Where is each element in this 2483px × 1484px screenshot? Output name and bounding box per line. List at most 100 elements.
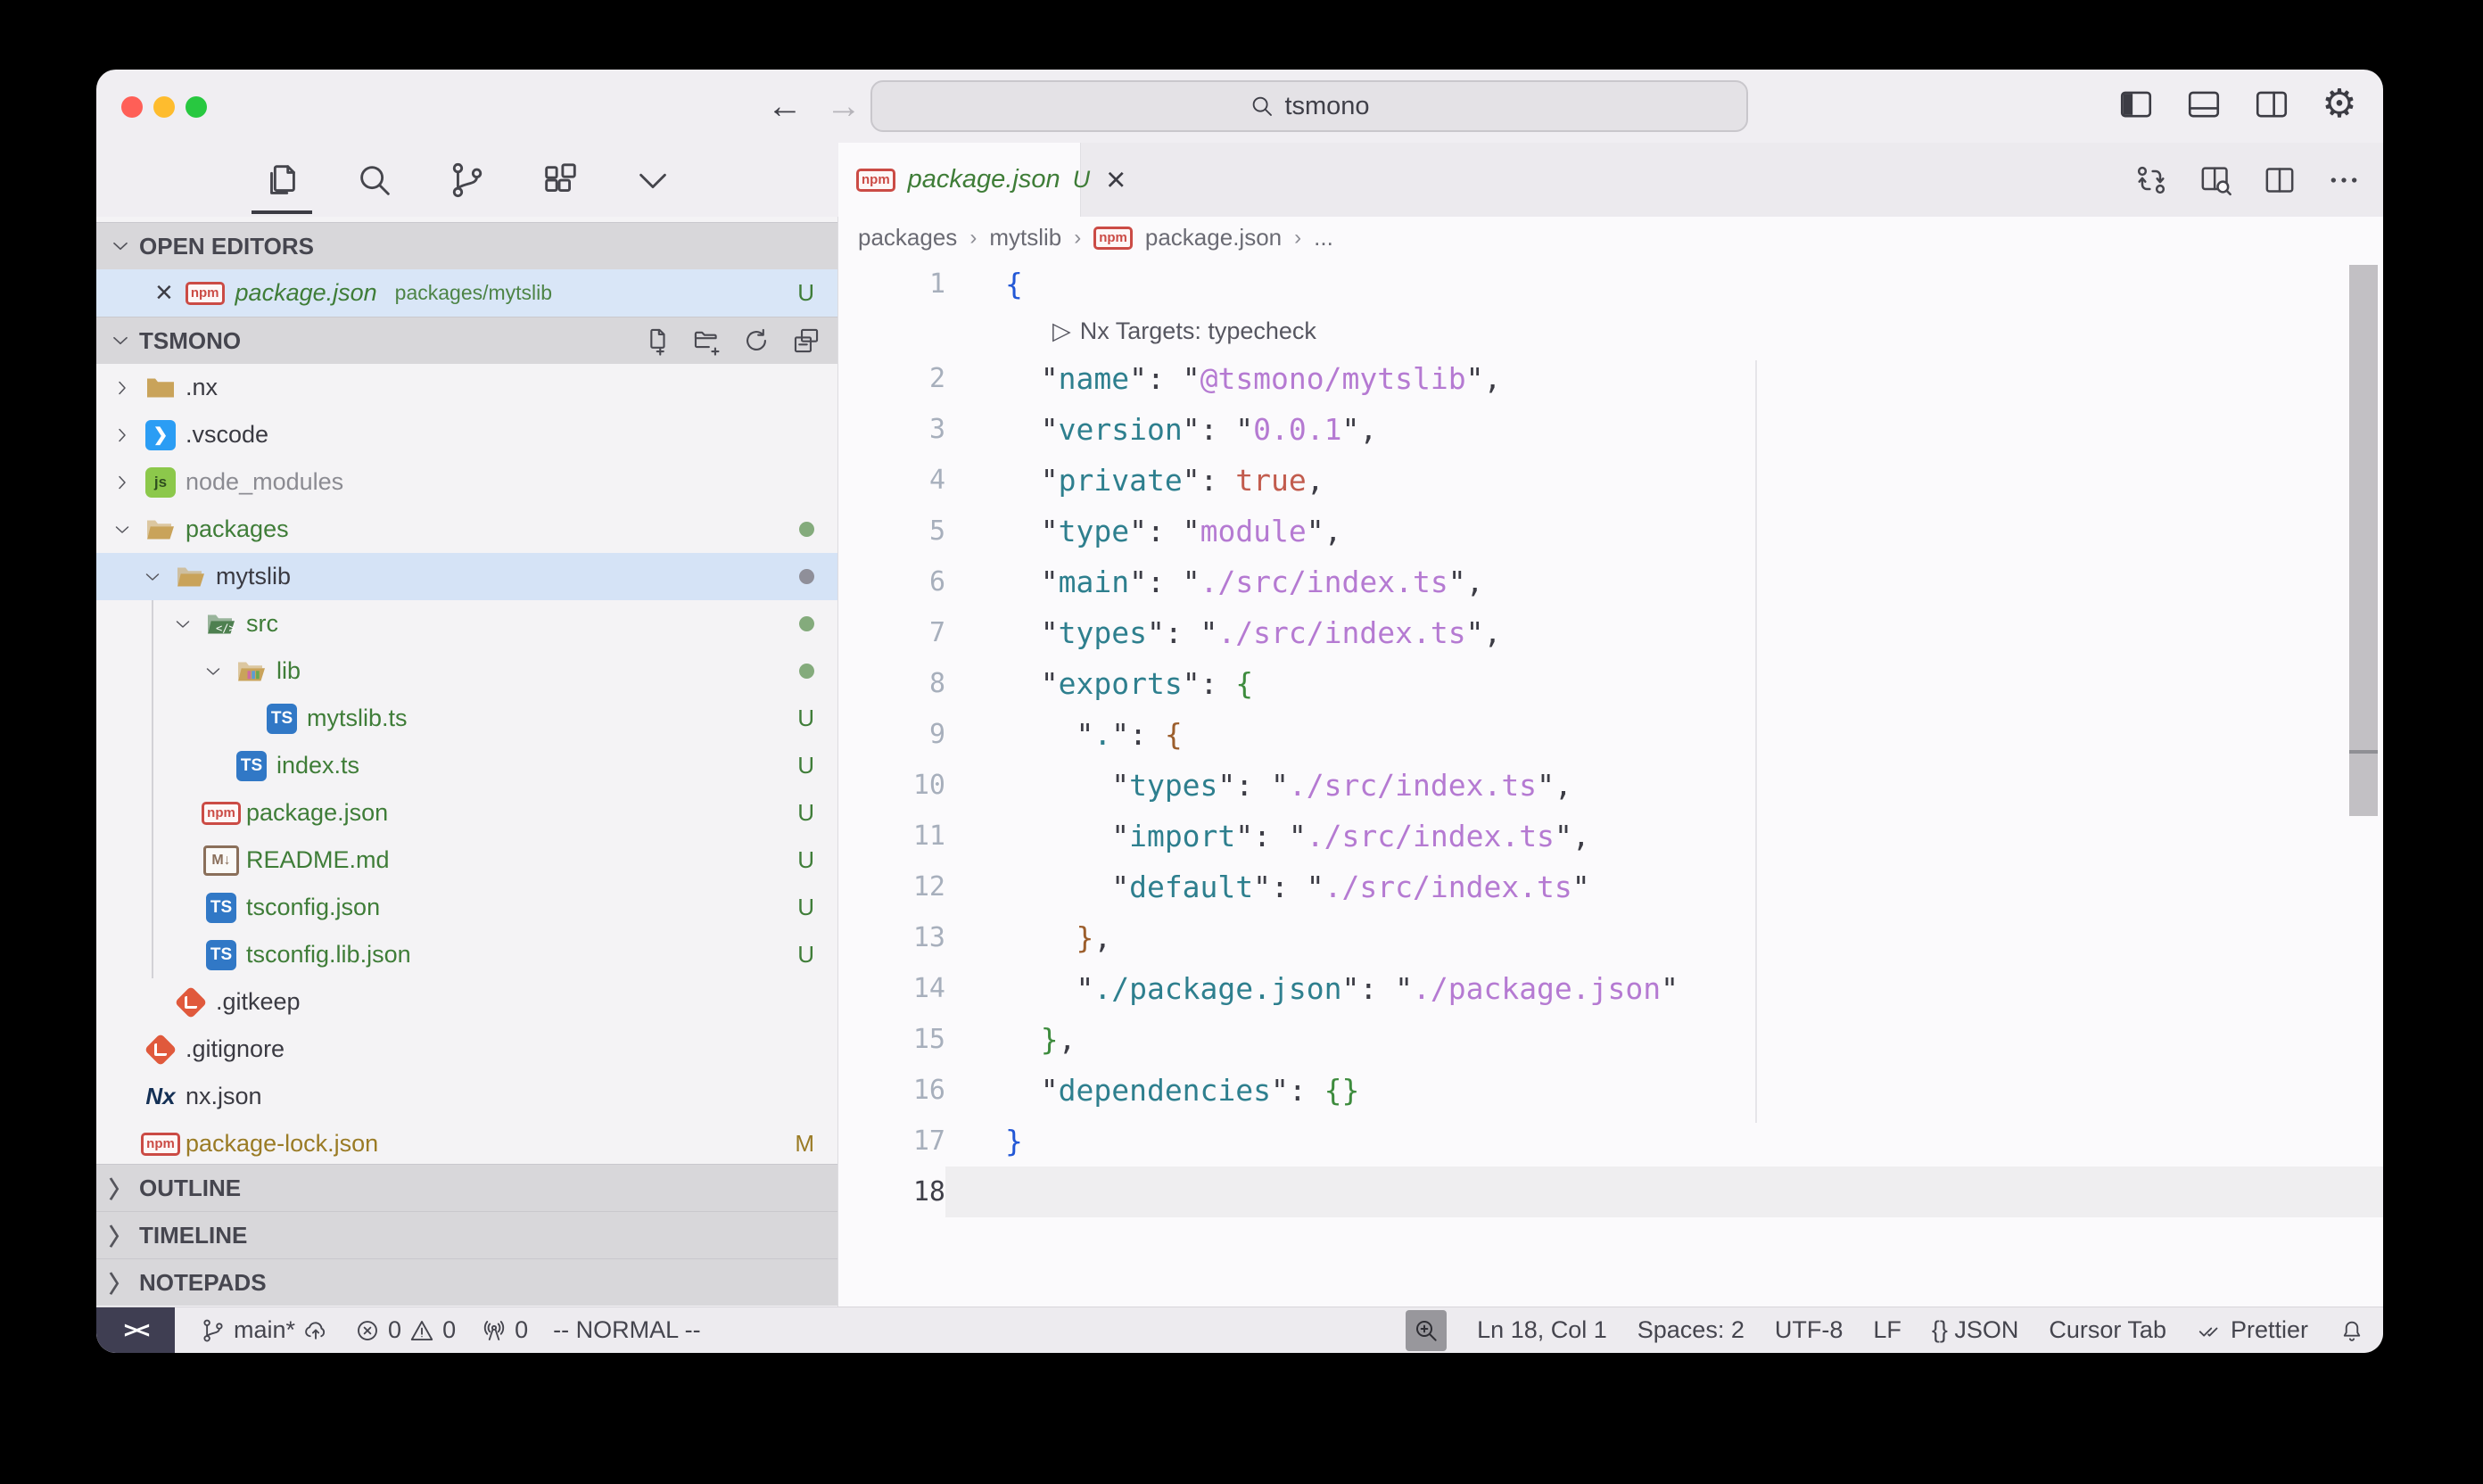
- tree-item-mytslib[interactable]: mytslib: [96, 553, 837, 600]
- minimize-window-button[interactable]: [153, 96, 175, 118]
- breadcrumb-item[interactable]: package.json: [1145, 224, 1282, 251]
- code-line-6[interactable]: 6 "main": "./src/index.ts",: [838, 556, 2383, 607]
- code-line-12[interactable]: 12 "default": "./src/index.ts": [838, 862, 2383, 912]
- open-editor-item[interactable]: × npm package.json packages/mytslib U: [96, 269, 837, 317]
- code-line-17[interactable]: 17}: [838, 1116, 2383, 1167]
- status-git-branch[interactable]: main*: [200, 1316, 329, 1344]
- source-control-icon[interactable]: [446, 159, 489, 202]
- outline-header[interactable]: 〉 OUTLINE: [96, 1164, 837, 1211]
- tab-close-icon[interactable]: ×: [1106, 163, 1126, 197]
- refresh-icon[interactable]: [741, 326, 771, 356]
- new-folder-icon[interactable]: [691, 326, 722, 356]
- toggle-panel-icon[interactable]: [2183, 84, 2224, 125]
- typescript-icon: TS: [236, 751, 267, 781]
- editor-scrollbar[interactable]: [2349, 265, 2378, 816]
- remote-indicator[interactable]: ><: [96, 1307, 175, 1353]
- tree-item-package-json[interactable]: npmpackage.jsonU: [96, 789, 837, 837]
- tree-item-readme-md[interactable]: M↓README.mdU: [96, 837, 837, 884]
- tree-item-node-modules[interactable]: jsnode_modules: [96, 458, 837, 506]
- status-problems[interactable]: 00: [354, 1316, 456, 1344]
- cloud-upload-icon: [302, 1317, 329, 1344]
- code-line-18[interactable]: 18: [838, 1167, 2383, 1217]
- status-text: Cursor Tab: [2049, 1316, 2166, 1344]
- code-line-7[interactable]: 7 "types": "./src/index.ts",: [838, 607, 2383, 658]
- status-zoom-indicator[interactable]: [1406, 1310, 1447, 1351]
- tree-item-tsconfig-json[interactable]: TStsconfig.jsonU: [96, 884, 837, 931]
- search-editor-icon[interactable]: [2198, 162, 2233, 198]
- tree-item-mytslib-ts[interactable]: TSmytslib.tsU: [96, 695, 837, 742]
- tree-item-tsconfig-lib-json[interactable]: TStsconfig.lib.jsonU: [96, 931, 837, 978]
- toggle-secondary-sidebar-icon[interactable]: [2251, 84, 2292, 125]
- close-icon[interactable]: ×: [155, 276, 173, 310]
- code-line-9[interactable]: 9 ".": {: [838, 709, 2383, 760]
- tree-item--vscode[interactable]: ❯.vscode: [96, 411, 837, 458]
- split-editor-icon[interactable]: [2262, 162, 2297, 198]
- line-content: "exports": {: [945, 658, 2383, 709]
- explorer-icon[interactable]: [260, 159, 303, 202]
- status-notifications-bell[interactable]: [2339, 1317, 2365, 1344]
- timeline-header[interactable]: 〉 TIMELINE: [96, 1211, 837, 1258]
- zoom-window-button[interactable]: [186, 96, 207, 118]
- command-center-search[interactable]: tsmono: [870, 80, 1748, 132]
- status-vim-mode[interactable]: -- NORMAL --: [553, 1316, 700, 1344]
- status-cursor-tab[interactable]: Cursor Tab: [2049, 1316, 2166, 1344]
- code-line-3[interactable]: 3 "version": "0.0.1",: [838, 404, 2383, 455]
- tree-item-lib[interactable]: lib: [96, 647, 837, 695]
- tree-item-nx-json[interactable]: Nxnx.json: [96, 1073, 837, 1120]
- code-line-14[interactable]: 14 "./package.json": "./package.json": [838, 963, 2383, 1014]
- open-editors-header[interactable]: OPEN EDITORS: [96, 222, 837, 269]
- code-line-5[interactable]: 5 "type": "module",: [838, 506, 2383, 556]
- untracked-badge: U: [797, 799, 814, 827]
- code-line-8[interactable]: 8 "exports": {: [838, 658, 2383, 709]
- tree-item--gitignore[interactable]: .gitignore: [96, 1026, 837, 1073]
- activity-bar: [96, 143, 838, 217]
- modified-badge: M: [795, 1130, 814, 1158]
- code-line-16[interactable]: 16 "dependencies": {}: [838, 1065, 2383, 1116]
- code-line-11[interactable]: 11 "import": "./src/index.ts",: [838, 811, 2383, 862]
- notepads-header[interactable]: 〉 NOTEPADS: [96, 1258, 837, 1306]
- navigate-forward-button[interactable]: →: [826, 86, 862, 127]
- breadcrumb-item[interactable]: mytslib: [989, 224, 1061, 251]
- status-eol[interactable]: LF: [1873, 1316, 1901, 1344]
- code-line-15[interactable]: 15 },: [838, 1014, 2383, 1065]
- breadcrumb-item[interactable]: packages: [858, 224, 957, 251]
- open-changes-icon[interactable]: [2133, 162, 2169, 198]
- modified-dot-badge: [799, 657, 814, 685]
- code-line-2[interactable]: 2 "name": "@tsmono/mytslib",: [838, 353, 2383, 404]
- tree-item-index-ts[interactable]: TSindex.tsU: [96, 742, 837, 789]
- status-indentation[interactable]: Spaces: 2: [1637, 1316, 1745, 1344]
- search-icon[interactable]: [353, 159, 396, 202]
- status-formatter[interactable]: Prettier: [2197, 1316, 2308, 1344]
- more-views-icon[interactable]: [631, 159, 674, 202]
- breadcrumb-item[interactable]: ...: [1314, 224, 1333, 251]
- collapse-all-icon[interactable]: [791, 326, 821, 356]
- code-line-4[interactable]: 4 "private": true,: [838, 455, 2383, 506]
- file-icon-box: npm: [203, 802, 239, 825]
- code-line-13[interactable]: 13 },: [838, 912, 2383, 963]
- tree-item-packages[interactable]: packages: [96, 506, 837, 553]
- navigate-back-button[interactable]: ←: [767, 86, 803, 127]
- line-content: ".": {: [945, 709, 2383, 760]
- settings-gear-icon[interactable]: ⚙: [2319, 84, 2360, 125]
- close-window-button[interactable]: [121, 96, 143, 118]
- more-actions-icon[interactable]: [2326, 162, 2362, 198]
- tree-item--gitkeep[interactable]: .gitkeep: [96, 978, 837, 1026]
- file-icon-box: M↓: [203, 845, 239, 876]
- tree-item--nx[interactable]: .nx: [96, 364, 837, 411]
- new-file-icon[interactable]: [641, 326, 672, 356]
- toggle-sidebar-icon[interactable]: [2116, 84, 2157, 125]
- codelens-nx-targets[interactable]: ▷Nx Targets: typecheck: [838, 309, 2383, 353]
- extensions-icon[interactable]: [539, 159, 582, 202]
- tree-item-package-lock-json[interactable]: npmpackage-lock.jsonM: [96, 1120, 837, 1167]
- status-language-mode[interactable]: {} JSON: [1932, 1316, 2019, 1344]
- status-encoding[interactable]: UTF-8: [1775, 1316, 1844, 1344]
- status-cursor-position[interactable]: Ln 18, Col 1: [1477, 1316, 1607, 1344]
- code-line-1[interactable]: 1{: [838, 259, 2383, 309]
- line-content: "version": "0.0.1",: [945, 404, 2383, 455]
- workspace-header[interactable]: TSMONO: [96, 317, 837, 364]
- tree-item-src[interactable]: </>src: [96, 600, 837, 647]
- status-ports[interactable]: 0: [481, 1316, 528, 1344]
- code-line-10[interactable]: 10 "types": "./src/index.ts",: [838, 760, 2383, 811]
- code-area[interactable]: 1{▷Nx Targets: typecheck2 "name": "@tsmo…: [838, 259, 2383, 1307]
- tab-package-json[interactable]: npm package.json U ×: [838, 143, 1081, 217]
